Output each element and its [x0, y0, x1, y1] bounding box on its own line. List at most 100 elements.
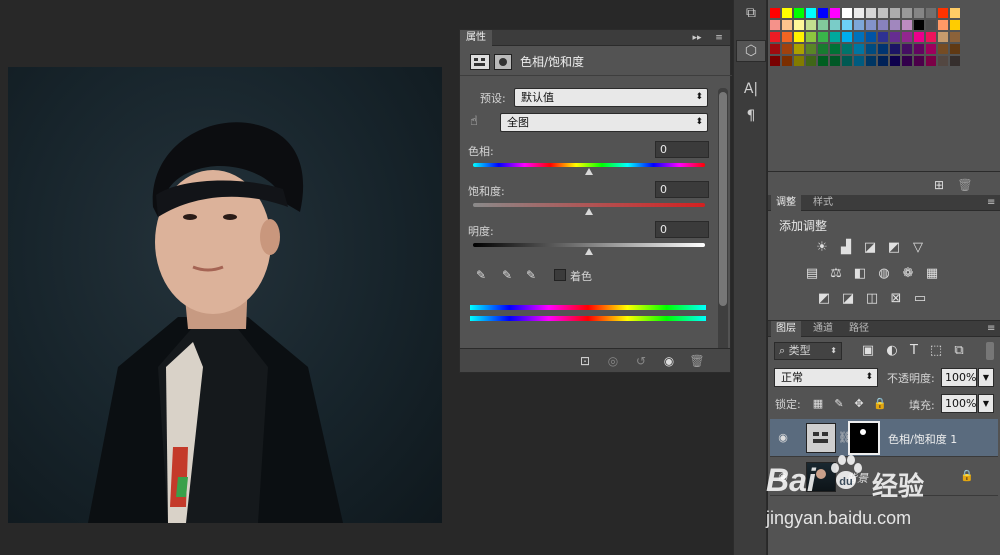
- color-swatch[interactable]: [950, 32, 960, 42]
- properties-tab[interactable]: 属性: [460, 30, 492, 46]
- color-swatch[interactable]: [890, 8, 900, 18]
- lightness-slider-thumb[interactable]: [585, 248, 593, 255]
- eyedropper-icon[interactable]: ✎: [474, 268, 488, 282]
- color-swatch[interactable]: [770, 44, 780, 54]
- layer-row-background[interactable]: ◉ 背景 🔒: [770, 458, 998, 496]
- color-swatch[interactable]: [842, 44, 852, 54]
- hue-slider-thumb[interactable]: [585, 168, 593, 175]
- panel-menu-icon[interactable]: ≡: [982, 195, 1000, 211]
- exposure-icon[interactable]: ◩: [886, 240, 902, 256]
- delete-swatch-icon[interactable]: 🗑: [957, 178, 972, 192]
- color-swatch[interactable]: [818, 20, 828, 30]
- saturation-slider-thumb[interactable]: [585, 208, 593, 215]
- eyedropper-minus-icon[interactable]: ✎: [524, 268, 538, 282]
- color-swatch[interactable]: [902, 8, 912, 18]
- lock-image-icon[interactable]: ✎: [831, 396, 847, 412]
- color-swatch[interactable]: [806, 20, 816, 30]
- color-swatch[interactable]: [782, 20, 792, 30]
- color-swatch[interactable]: [926, 20, 936, 30]
- gradient-map-icon[interactable]: ▭: [912, 291, 928, 307]
- color-swatch[interactable]: [854, 32, 864, 42]
- color-swatch[interactable]: [782, 56, 792, 66]
- colorize-checkbox[interactable]: [554, 269, 566, 281]
- layer-filter-select[interactable]: ⌕ 类型 ⬍: [774, 342, 842, 360]
- hue-input[interactable]: 0: [655, 141, 709, 158]
- color-swatch[interactable]: [806, 8, 816, 18]
- filter-shape-icon[interactable]: ⬚: [928, 343, 944, 359]
- opacity-input[interactable]: 100%: [941, 368, 977, 387]
- filter-type-icon[interactable]: T: [906, 343, 922, 359]
- color-swatch[interactable]: [830, 56, 840, 66]
- color-swatch[interactable]: [878, 56, 888, 66]
- filter-pixel-icon[interactable]: ▣: [860, 343, 876, 359]
- color-swatch[interactable]: [950, 44, 960, 54]
- hue-slider-track[interactable]: [473, 163, 705, 167]
- color-swatch[interactable]: [842, 56, 852, 66]
- tab-styles[interactable]: 样式: [808, 195, 838, 211]
- lock-all-icon[interactable]: 🔒: [872, 396, 888, 412]
- eyedropper-plus-icon[interactable]: ✎: [500, 268, 514, 282]
- panel-menu-icon[interactable]: ≡: [712, 31, 726, 45]
- color-swatch[interactable]: [854, 8, 864, 18]
- layer-row-hue-saturation[interactable]: ◉ ⛓ 色相/饱和度 1: [770, 419, 998, 457]
- color-swatch[interactable]: [806, 44, 816, 54]
- color-swatch[interactable]: [950, 20, 960, 30]
- color-swatch[interactable]: [866, 56, 876, 66]
- color-swatch[interactable]: [902, 32, 912, 42]
- color-swatch[interactable]: [938, 8, 948, 18]
- color-lookup-icon[interactable]: ▦: [924, 266, 940, 282]
- layer-mask-thumbnail[interactable]: [848, 421, 880, 455]
- properties-scrollbar[interactable]: [718, 88, 728, 352]
- color-swatch[interactable]: [854, 44, 864, 54]
- color-swatch[interactable]: [914, 20, 924, 30]
- scrollbar-thumb[interactable]: [719, 92, 727, 306]
- color-swatch[interactable]: [938, 56, 948, 66]
- color-swatch[interactable]: [842, 32, 852, 42]
- photo-filter-icon[interactable]: ◍: [876, 266, 892, 282]
- color-swatch[interactable]: [926, 32, 936, 42]
- color-swatch[interactable]: [902, 20, 912, 30]
- color-swatch[interactable]: [770, 8, 780, 18]
- color-swatch[interactable]: [926, 56, 936, 66]
- collapse-panel-icon[interactable]: ▸▸: [690, 31, 704, 45]
- lock-position-icon[interactable]: ✥: [851, 396, 867, 412]
- color-swatch[interactable]: [782, 32, 792, 42]
- color-swatch[interactable]: [794, 20, 804, 30]
- color-swatch[interactable]: [770, 56, 780, 66]
- levels-icon[interactable]: ▟: [838, 240, 854, 256]
- color-swatch[interactable]: [866, 44, 876, 54]
- fill-dropdown-button[interactable]: ▼: [978, 394, 994, 413]
- panel-menu-icon[interactable]: ≡: [982, 321, 1000, 337]
- visibility-eye-icon[interactable]: ◉: [776, 470, 790, 484]
- color-swatch[interactable]: [770, 20, 780, 30]
- color-swatch[interactable]: [818, 56, 828, 66]
- layer-mask-icon[interactable]: [494, 54, 512, 70]
- curves-icon[interactable]: ◪: [862, 240, 878, 256]
- lightness-input[interactable]: 0: [655, 221, 709, 238]
- color-swatch[interactable]: [878, 32, 888, 42]
- tab-layers[interactable]: 图层: [771, 321, 801, 337]
- invert-icon[interactable]: ◩: [816, 291, 832, 307]
- color-swatch[interactable]: [878, 8, 888, 18]
- threshold-icon[interactable]: ◫: [864, 291, 880, 307]
- layer-name[interactable]: 色相/饱和度 1: [888, 431, 957, 447]
- color-swatch[interactable]: [938, 44, 948, 54]
- filter-toggle[interactable]: [986, 342, 994, 360]
- clip-to-layer-icon[interactable]: ⊡: [578, 354, 592, 368]
- color-swatch[interactable]: [890, 44, 900, 54]
- color-swatch[interactable]: [950, 8, 960, 18]
- color-swatch[interactable]: [950, 56, 960, 66]
- channel-mixer-icon[interactable]: ❁: [900, 266, 916, 282]
- color-swatch[interactable]: [782, 8, 792, 18]
- opacity-dropdown-button[interactable]: ▼: [978, 368, 994, 387]
- color-swatch[interactable]: [806, 32, 816, 42]
- color-swatch[interactable]: [818, 8, 828, 18]
- color-swatch[interactable]: [830, 32, 840, 42]
- color-swatch[interactable]: [938, 32, 948, 42]
- saturation-input[interactable]: 0: [655, 181, 709, 198]
- vibrance-icon[interactable]: ▽: [910, 240, 926, 256]
- layer-name[interactable]: 背景: [846, 470, 868, 486]
- filter-adjustment-icon[interactable]: ◐: [884, 343, 900, 359]
- color-swatch[interactable]: [890, 56, 900, 66]
- tab-paths[interactable]: 路径: [844, 321, 874, 337]
